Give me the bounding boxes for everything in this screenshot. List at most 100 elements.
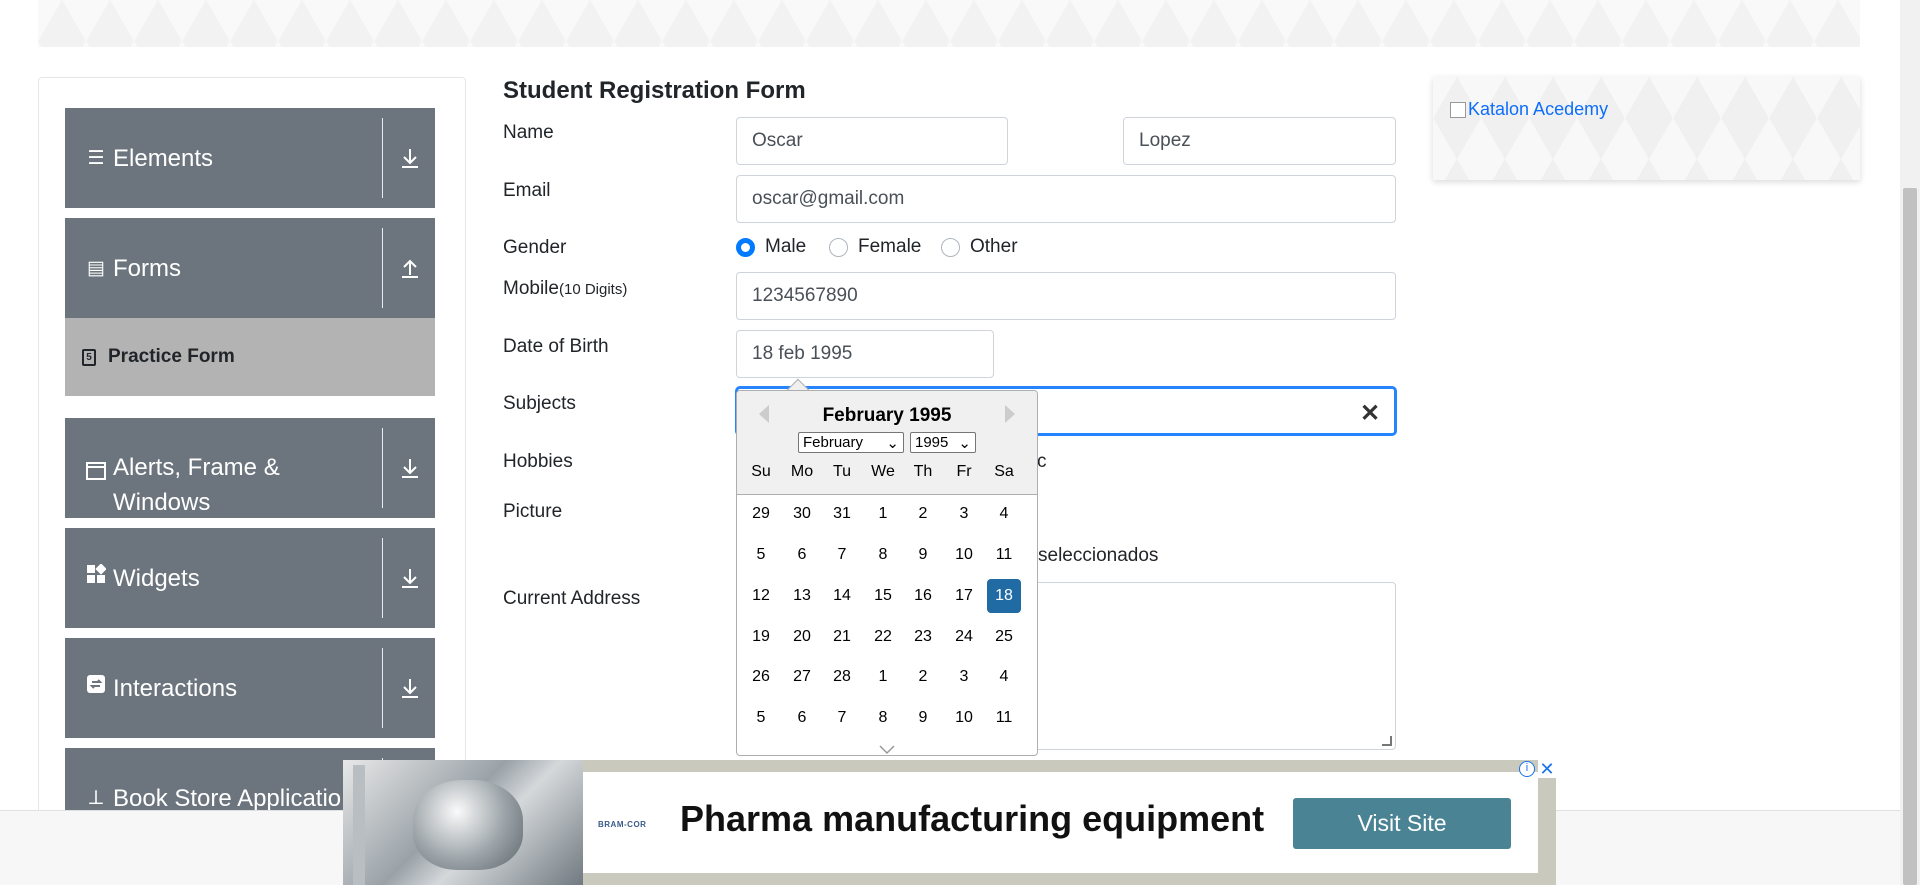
bottom-ad[interactable]: BRAM-COR Pharma manufacturing equipment … [343, 760, 1556, 885]
calendar-day[interactable]: 5 [744, 701, 778, 735]
calendar-day[interactable]: 17 [947, 579, 981, 613]
calendar-day[interactable]: 1 [866, 497, 900, 531]
last-name-input[interactable]: Lopez [1123, 117, 1396, 165]
calendar-day[interactable]: 26 [744, 660, 778, 694]
calendar-day[interactable]: 9 [906, 701, 940, 735]
calendar-day[interactable]: 1 [866, 660, 900, 694]
calendar-day[interactable]: 31 [825, 497, 859, 531]
calendar-day[interactable]: 20 [785, 620, 819, 654]
calendar-day[interactable]: 5 [744, 538, 778, 572]
sidebar-group-interactions[interactable]: Interactions [65, 638, 435, 738]
download-arrow-icon[interactable] [395, 564, 425, 592]
chevron-down-icon: ⌄ [886, 434, 899, 452]
email-label: Email [503, 180, 551, 201]
calendar-day[interactable]: 22 [866, 620, 900, 654]
calendar-day[interactable]: 24 [947, 620, 981, 654]
image-alt-text: Katalon Acedemy [1468, 99, 1609, 119]
scrollbar-thumb[interactable] [1903, 188, 1917, 885]
calendar-day[interactable]: 10 [947, 538, 981, 572]
month-select[interactable]: February ⌄ [798, 432, 904, 453]
calendar-day[interactable]: 19 [744, 620, 778, 654]
calendar-day[interactable]: 29 [744, 497, 778, 531]
resize-handle[interactable] [1382, 736, 1392, 746]
divider [382, 118, 383, 198]
side-ad[interactable]: Katalon Acedemy [1433, 77, 1860, 180]
ad-info-icon[interactable]: i [1519, 761, 1535, 777]
calendar-day[interactable]: 18 [987, 579, 1021, 613]
calendar-day[interactable]: 2 [906, 497, 940, 531]
gender-radio-other[interactable]: Other [941, 236, 1018, 258]
ad-product-image[interactable] [343, 760, 583, 885]
calendar-day[interactable]: 14 [825, 579, 859, 613]
calendar-day[interactable]: 6 [785, 538, 819, 572]
calendar-day[interactable]: 10 [947, 701, 981, 735]
calendar-day[interactable]: 4 [987, 497, 1021, 531]
year-select[interactable]: 1995 ⌄ [910, 432, 976, 453]
calendar-day[interactable]: 3 [947, 660, 981, 694]
radio-button[interactable] [941, 237, 960, 257]
calendar-day[interactable]: 28 [825, 660, 859, 694]
sidebar-group-alerts[interactable]: Alerts, Frame & Windows [65, 418, 435, 518]
calendar-day[interactable]: 30 [785, 497, 819, 531]
download-arrow-icon[interactable] [395, 454, 425, 482]
sidebar-group-elements[interactable]: ☰ Elements [65, 108, 435, 208]
calendar-day[interactable]: 4 [987, 660, 1021, 694]
calendar-day[interactable]: 3 [947, 497, 981, 531]
weekday-label: Fr [956, 463, 972, 480]
next-month-icon[interactable] [1005, 405, 1015, 423]
sidebar-group-label: Widgets [113, 564, 200, 592]
clear-icon[interactable]: ✕ [1360, 399, 1380, 428]
download-arrow-icon[interactable] [395, 144, 425, 172]
calendar-day[interactable]: 8 [866, 538, 900, 572]
hobby-label-fragment[interactable]: c [1037, 451, 1047, 473]
email-input[interactable]: oscar@gmail.com [736, 175, 1396, 223]
top-banner [38, 0, 1860, 47]
broken-image[interactable]: Katalon Acedemy [1450, 99, 1608, 120]
calendar-day[interactable]: 23 [906, 620, 940, 654]
calendar-day[interactable]: 2 [906, 660, 940, 694]
ad-headline[interactable]: Pharma manufacturing equipment [680, 798, 1264, 840]
calendar-day[interactable]: 7 [825, 538, 859, 572]
current-address-label: Current Address [503, 588, 641, 609]
ad-close-icon[interactable]: ✕ [1538, 760, 1556, 778]
calendar-day[interactable]: 15 [866, 579, 900, 613]
download-arrow-icon[interactable] [395, 674, 425, 702]
mobile-input[interactable]: 1234567890 [736, 272, 1396, 320]
calendar-day[interactable]: 13 [785, 579, 819, 613]
sidebar-item-practice-form[interactable]: 5 Practice Form [65, 318, 435, 396]
dob-input[interactable]: 18 feb 1995 [736, 330, 994, 378]
sidebar-group-forms[interactable]: ▤ Forms [65, 218, 435, 318]
sidebar-group-widgets[interactable]: Widgets [65, 528, 435, 628]
gender-radio-male[interactable]: Male [736, 236, 806, 258]
calendar-day[interactable]: 11 [987, 701, 1021, 735]
hobbies-label: Hobbies [503, 451, 573, 472]
ad-content[interactable]: BRAM-COR Pharma manufacturing equipment … [583, 772, 1538, 873]
visit-site-button[interactable]: Visit Site [1293, 798, 1511, 849]
radio-button[interactable] [829, 237, 848, 257]
upload-arrow-icon[interactable] [395, 254, 425, 282]
mobile-label: Mobile(10 Digits) [503, 278, 627, 300]
calendar-day[interactable]: 21 [825, 620, 859, 654]
scrollbar[interactable] [1900, 0, 1920, 885]
calendar-day[interactable]: 7 [825, 701, 859, 735]
divider [382, 228, 383, 308]
calendar-day[interactable]: 27 [785, 660, 819, 694]
calendar-day[interactable]: 9 [906, 538, 940, 572]
ad-logo: BRAM-COR [598, 820, 647, 829]
label-line-1: Alerts, Frame & [113, 454, 280, 481]
first-name-input[interactable]: Oscar [736, 117, 1008, 165]
radio-button-checked[interactable] [736, 237, 755, 257]
calendar-day[interactable]: 6 [785, 701, 819, 735]
datepicker-header: February 1995 February ⌄ 1995 ⌄ Su Mo Tu We Th… [737, 391, 1037, 495]
chevron-down-icon[interactable] [879, 745, 895, 755]
gender-radio-female[interactable]: Female [829, 236, 921, 258]
datepicker-current-month: February 1995 [822, 405, 952, 426]
calendar-day[interactable]: 16 [906, 579, 940, 613]
calendar-day[interactable]: 11 [987, 538, 1021, 572]
calendar-day[interactable]: 8 [866, 701, 900, 735]
calendar-day[interactable]: 12 [744, 579, 778, 613]
radio-label: Other [970, 236, 1018, 257]
sidebar: ☰ Elements ▤ Forms 5 Practice Form Alerts,… [38, 77, 466, 817]
widgets-icon [85, 561, 107, 596]
calendar-day[interactable]: 25 [987, 620, 1021, 654]
